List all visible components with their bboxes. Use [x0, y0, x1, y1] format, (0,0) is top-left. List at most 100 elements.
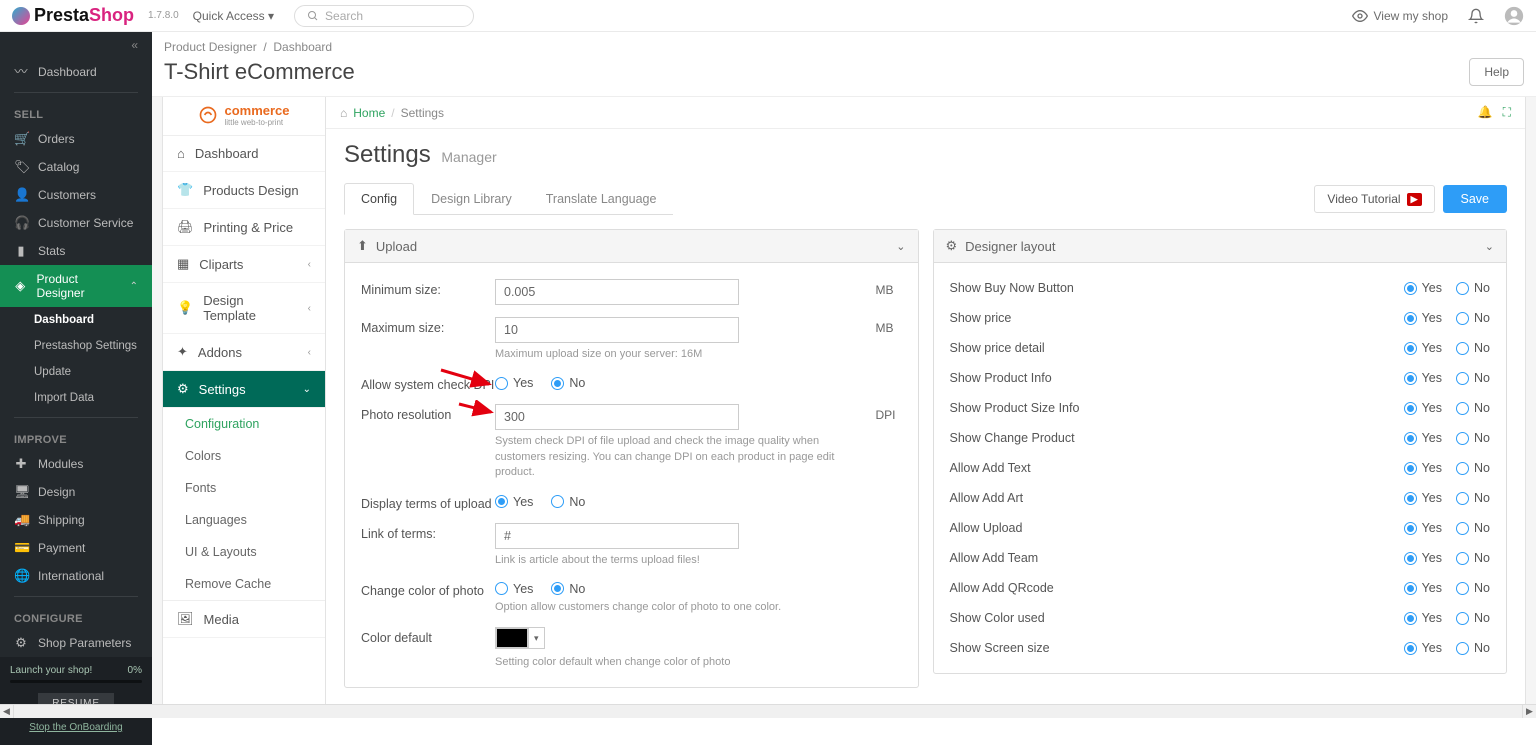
radio-no[interactable]: No [1456, 311, 1490, 325]
module-item-cliparts[interactable]: ▦Cliparts‹ [163, 246, 325, 283]
scroll-left-icon[interactable]: ◀ [0, 705, 14, 718]
horizontal-scrollbar[interactable]: ◀ ▶ [0, 704, 1536, 718]
sidebar-item-orders[interactable]: 🛒Orders [0, 125, 152, 153]
logo[interactable]: PrestaShop [12, 5, 134, 26]
tab-translate[interactable]: Translate Language [529, 183, 674, 214]
stop-onboarding-link[interactable]: Stop the OnBoarding [10, 722, 142, 733]
radio-yes[interactable]: Yes [1404, 401, 1442, 415]
sidebar-item-design[interactable]: 🖥Design [0, 478, 152, 506]
home-icon: ⌂ [340, 106, 347, 120]
addon-icon: ✦ [177, 344, 188, 360]
profile-icon[interactable] [1504, 6, 1524, 26]
sidebar-item-stats[interactable]: ▮Stats [0, 237, 152, 265]
youtube-icon: ▶ [1407, 193, 1422, 206]
radio-terms-no[interactable]: No [551, 495, 585, 509]
radio-no[interactable]: No [1456, 641, 1490, 655]
module-item-addons[interactable]: ✦Addons‹ [163, 334, 325, 371]
module-item-dashboard[interactable]: ⌂Dashboard [163, 136, 325, 172]
module-sub-configuration[interactable]: Configuration [163, 408, 325, 440]
radio-yes[interactable]: Yes [1404, 311, 1442, 325]
module-item-settings[interactable]: ⚙Settings⌄ [163, 371, 325, 408]
notification-icon[interactable]: 🔔 [1478, 105, 1493, 120]
module-sub-languages[interactable]: Languages [163, 504, 325, 536]
bc-home-link[interactable]: Home [353, 106, 385, 120]
input-photo-res[interactable] [495, 404, 739, 430]
radio-no[interactable]: No [1456, 581, 1490, 595]
radio-no[interactable]: No [1456, 371, 1490, 385]
module-sub-fonts[interactable]: Fonts [163, 472, 325, 504]
radio-yes[interactable]: Yes [1404, 641, 1442, 655]
sidebar-sub-presta-settings[interactable]: Prestashop Settings [0, 333, 152, 359]
tab-design-library[interactable]: Design Library [414, 183, 529, 214]
panel-upload-head[interactable]: ⬆ Upload ⌄ [345, 230, 918, 263]
sidebar-item-customers[interactable]: 👤Customers [0, 181, 152, 209]
tab-config[interactable]: Config [344, 183, 414, 215]
designer-icon: ◈ [14, 279, 27, 293]
collapse-sidebar-icon[interactable]: « [0, 32, 152, 58]
module-item-media[interactable]: 🖼Media [163, 600, 325, 638]
sidebar-item-catalog[interactable]: 🏷Catalog [0, 153, 152, 181]
module-sub-ui[interactable]: UI & Layouts [163, 536, 325, 568]
quick-access-menu[interactable]: Quick Access ▾ [193, 9, 274, 23]
sidebar-item-international[interactable]: 🌐International [0, 562, 152, 590]
chevron-down-icon: ⌄ [896, 240, 905, 253]
radio-no[interactable]: No [1456, 401, 1490, 415]
radio-yes[interactable]: Yes [1404, 551, 1442, 565]
fullscreen-icon[interactable]: ⛶ [1503, 105, 1511, 120]
radio-yes[interactable]: Yes [1404, 611, 1442, 625]
radio-no[interactable]: No [1456, 431, 1490, 445]
radio-yes[interactable]: Yes [1404, 581, 1442, 595]
radio-no[interactable]: No [1456, 551, 1490, 565]
layout-label: Show price detail [950, 341, 1404, 355]
search-input[interactable]: Search [294, 5, 474, 27]
module-item-products[interactable]: 👕Products Design [163, 172, 325, 209]
color-picker[interactable]: ▾ [495, 627, 545, 649]
radio-no[interactable]: No [1456, 341, 1490, 355]
input-max-size[interactable] [495, 317, 739, 343]
radio-dpi-no[interactable]: No [551, 376, 585, 390]
radio-color-no[interactable]: No [551, 582, 585, 596]
sidebar-item-dashboard[interactable]: 〰Dashboard [0, 58, 152, 86]
radio-yes[interactable]: Yes [1404, 371, 1442, 385]
radio-yes[interactable]: Yes [1404, 491, 1442, 505]
module-sub-colors[interactable]: Colors [163, 440, 325, 472]
radio-no[interactable]: No [1456, 521, 1490, 535]
help-button[interactable]: Help [1469, 58, 1524, 86]
radio-dpi-yes[interactable]: Yes [495, 376, 533, 390]
sidebar-sub-dashboard[interactable]: Dashboard [0, 307, 152, 333]
video-tutorial-button[interactable]: Video Tutorial▶ [1314, 185, 1434, 213]
radio-no[interactable]: No [1456, 461, 1490, 475]
layout-label: Allow Add QRcode [950, 581, 1404, 595]
module-item-printing[interactable]: 🖨Printing & Price [163, 209, 325, 246]
radio-color-yes[interactable]: Yes [495, 582, 533, 596]
view-shop-link[interactable]: View my shop [1352, 8, 1448, 24]
sidebar-item-payment[interactable]: 💳Payment [0, 534, 152, 562]
radio-terms-yes[interactable]: Yes [495, 495, 533, 509]
layout-label: Show Buy Now Button [950, 281, 1404, 295]
radio-yes[interactable]: Yes [1404, 431, 1442, 445]
radio-no[interactable]: No [1456, 491, 1490, 505]
module-sub-remove-cache[interactable]: Remove Cache [163, 568, 325, 600]
module-item-template[interactable]: 💡Design Template‹ [163, 283, 325, 334]
sidebar-item-product-designer[interactable]: ◈Product Designer⌃ [0, 265, 152, 307]
panel-layout-head[interactable]: ⚙ Designer layout ⌄ [934, 230, 1507, 263]
sidebar-item-shop-parameters[interactable]: ⚙Shop Parameters [0, 629, 152, 657]
radio-yes[interactable]: Yes [1404, 341, 1442, 355]
save-button[interactable]: Save [1443, 185, 1508, 213]
bell-icon[interactable] [1466, 6, 1486, 26]
section-sell: SELL [0, 99, 152, 125]
input-min-size[interactable] [495, 279, 739, 305]
radio-no[interactable]: No [1456, 611, 1490, 625]
sidebar-item-modules[interactable]: ✚Modules [0, 450, 152, 478]
scroll-right-icon[interactable]: ▶ [1522, 705, 1536, 718]
radio-yes[interactable]: Yes [1404, 461, 1442, 475]
label-terms: Display terms of upload [361, 493, 495, 511]
input-link-terms[interactable] [495, 523, 739, 549]
sidebar-item-shipping[interactable]: 🚚Shipping [0, 506, 152, 534]
sidebar-item-customer-service[interactable]: 🎧Customer Service [0, 209, 152, 237]
sidebar-sub-update[interactable]: Update [0, 359, 152, 385]
radio-yes[interactable]: Yes [1404, 521, 1442, 535]
radio-yes[interactable]: Yes [1404, 281, 1442, 295]
sidebar-sub-import[interactable]: Import Data [0, 385, 152, 411]
radio-no[interactable]: No [1456, 281, 1490, 295]
